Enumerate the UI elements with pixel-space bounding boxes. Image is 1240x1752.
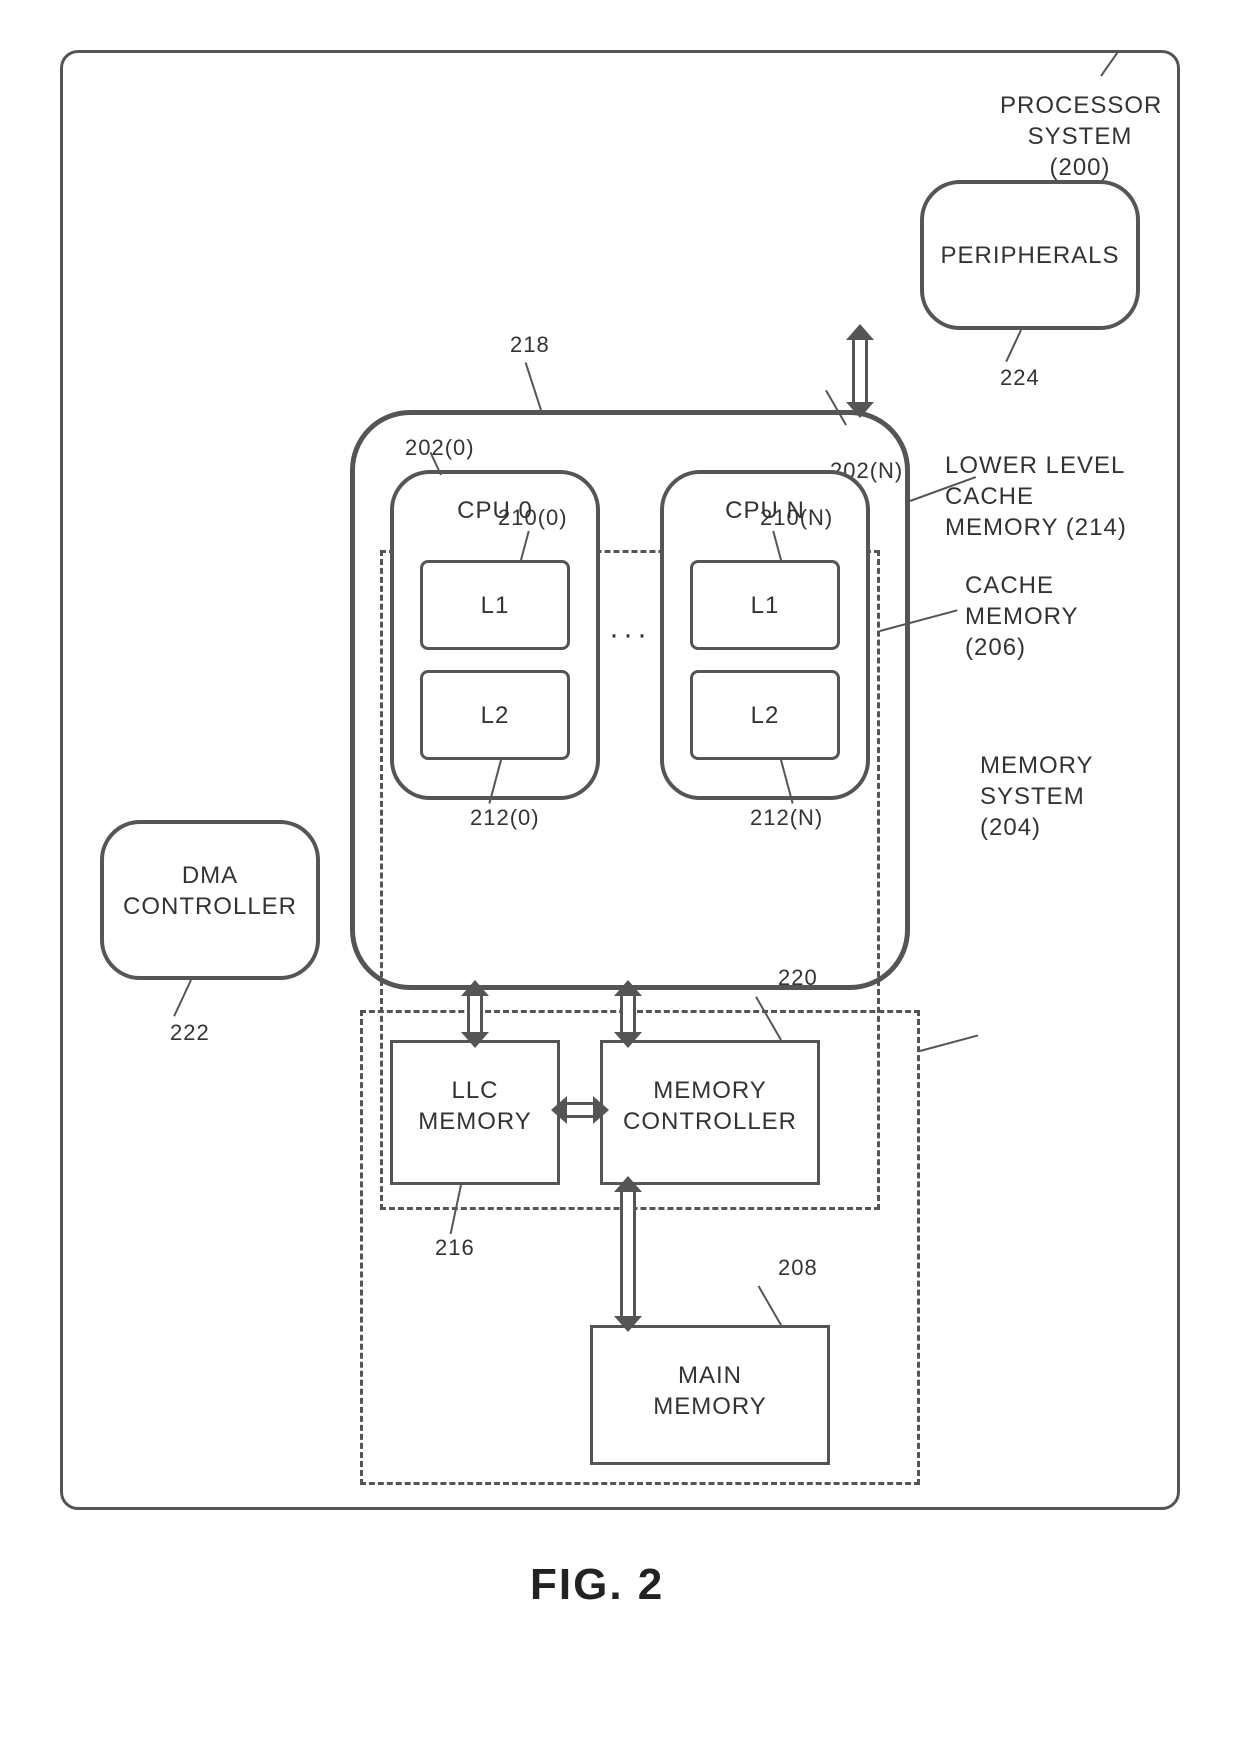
llc-memory-label: LLCMEMORY xyxy=(390,1075,560,1137)
memory-system-label: MEMORYSYSTEM(204) xyxy=(980,750,1110,844)
arrow-memctl-mainmem xyxy=(620,1190,636,1318)
cpu0-label: CPU 0 xyxy=(390,495,600,526)
cpu0-ref: 202(0) xyxy=(405,435,475,461)
cpu0-l2-ref: 212(0) xyxy=(470,805,540,831)
arrow-peripherals-bus xyxy=(852,338,868,404)
cpu0-l1-ref: 210(0) xyxy=(498,505,568,531)
cpu0-l1-label: L1 xyxy=(420,590,570,621)
arrow-bus-memctl xyxy=(620,994,636,1034)
peripherals-label: PERIPHERALS xyxy=(920,240,1140,271)
diagram-canvas: PROCESSORSYSTEM (200) DMACONTROLLER 222 … xyxy=(60,50,1180,1690)
memory-controller-label: MEMORYCONTROLLER xyxy=(600,1075,820,1137)
cpuN-l2-ref: 212(N) xyxy=(750,805,823,831)
main-memory-label: MAINMEMORY xyxy=(590,1360,830,1422)
dma-controller-label: DMACONTROLLER xyxy=(100,860,320,922)
peripherals-ref: 224 xyxy=(1000,365,1040,391)
cpuN-l1-label: L1 xyxy=(690,590,840,621)
arrow-llc-memctl xyxy=(565,1102,595,1118)
arrow-bus-llc xyxy=(467,994,483,1034)
main-mem-ref: 208 xyxy=(778,1255,818,1281)
interconnect-ref: 218 xyxy=(510,332,550,358)
processor-system-label: PROCESSORSYSTEM (200) xyxy=(1000,90,1160,184)
cpu0-l2-label: L2 xyxy=(420,700,570,731)
dma-ref: 222 xyxy=(170,1020,210,1046)
memctl-ref: 220 xyxy=(778,965,818,991)
cpuN-l2-label: L2 xyxy=(690,700,840,731)
llc-ref: 216 xyxy=(435,1235,475,1261)
ellipsis-cpu: ··· xyxy=(600,615,660,654)
cpuN-l1-ref: 210(N) xyxy=(760,505,833,531)
figure-label: FIG. 2 xyxy=(530,1560,664,1610)
cache-memory-label: CACHEMEMORY(206) xyxy=(965,570,1095,664)
lower-level-cache-label: LOWER LEVEL CACHEMEMORY (214) xyxy=(945,450,1175,544)
